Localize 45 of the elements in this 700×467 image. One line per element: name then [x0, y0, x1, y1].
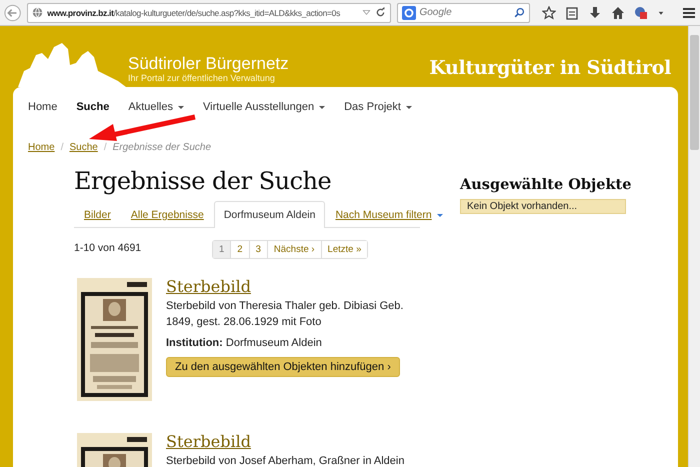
- globe-icon: [32, 7, 44, 18]
- breadcrumb-separator: /: [60, 142, 64, 152]
- download-icon[interactable]: [588, 6, 602, 20]
- home-icon[interactable]: [611, 6, 625, 20]
- dropdown-icon[interactable]: [362, 8, 372, 17]
- scrollbar-thumb[interactable]: [690, 35, 699, 150]
- star-icon[interactable]: [542, 6, 556, 20]
- breadcrumb-current: Ergebnisse der Suche: [112, 142, 212, 152]
- back-icon[interactable]: [4, 4, 22, 22]
- site-title: Kulturgüter in Südtirol: [429, 57, 671, 79]
- search-bar[interactable]: Google: [397, 2, 530, 22]
- nav-item[interactable]: Aktuelles: [128, 101, 184, 113]
- page-heading: Ergebnisse der Suche: [74, 167, 332, 197]
- result-description: Sterbebild von Theresia Thaler geb. Dibiasi Geb. 1849, gest. 28.06.1929 mit Foto: [166, 299, 404, 330]
- page-link[interactable]: Letzte »: [320, 241, 368, 258]
- menu-icon[interactable]: [682, 6, 696, 20]
- logo-title: Südtiroler Bürgernetz: [128, 54, 289, 73]
- search-icon[interactable]: [514, 7, 525, 18]
- sidebar-title: Ausgewählte Objekte: [460, 176, 632, 193]
- result-count: 1-10 von 4691: [74, 241, 142, 254]
- breadcrumb-separator: /: [104, 142, 107, 152]
- empty-message: Kein Objekt vorhanden...: [460, 199, 626, 214]
- nav-item[interactable]: Home: [28, 101, 58, 113]
- breadcrumb-link[interactable]: Home: [28, 142, 55, 152]
- result-description: Sterbebild von Josef Aberham, Graßner in Aldein: [166, 454, 406, 467]
- addon-icon[interactable]: [634, 6, 648, 20]
- nav-item[interactable]: Suche: [76, 101, 110, 113]
- tab[interactable]: Dorfmuseum Aldein: [214, 201, 326, 228]
- tab[interactable]: Nach Museum filtern: [325, 201, 453, 228]
- breadcrumb-link[interactable]: Suche: [69, 142, 98, 152]
- reload-icon[interactable]: [375, 7, 386, 18]
- page-link[interactable]: 1: [213, 241, 230, 258]
- address-bar[interactable]: www.provinz.bz.it/katalog-kulturgueter/de/suche.asp?kks_itid=ALD&kks_action=0s: [27, 2, 392, 22]
- nav-item[interactable]: Virtuelle Ausstellungen: [203, 101, 326, 113]
- nav-item[interactable]: Das Projekt: [344, 101, 412, 113]
- institution-text: Institution: Dorfmuseum Aldein: [166, 337, 323, 349]
- tab[interactable]: Bilder: [74, 201, 121, 228]
- result-title[interactable]: Sterbebild: [166, 432, 251, 451]
- tab[interactable]: Alle Ergebnisse: [120, 201, 214, 228]
- search-engine-icon[interactable]: [402, 6, 416, 20]
- logo-subtitle: Ihr Portal zur öffentlichen Verwaltung: [128, 73, 276, 83]
- clipboard-icon[interactable]: [565, 6, 579, 20]
- search-field[interactable]: Google: [419, 7, 511, 18]
- add-button[interactable]: Zu den ausgewählten Objekten hinzufügen ›: [166, 357, 400, 377]
- result-title[interactable]: Sterbebild: [166, 277, 251, 296]
